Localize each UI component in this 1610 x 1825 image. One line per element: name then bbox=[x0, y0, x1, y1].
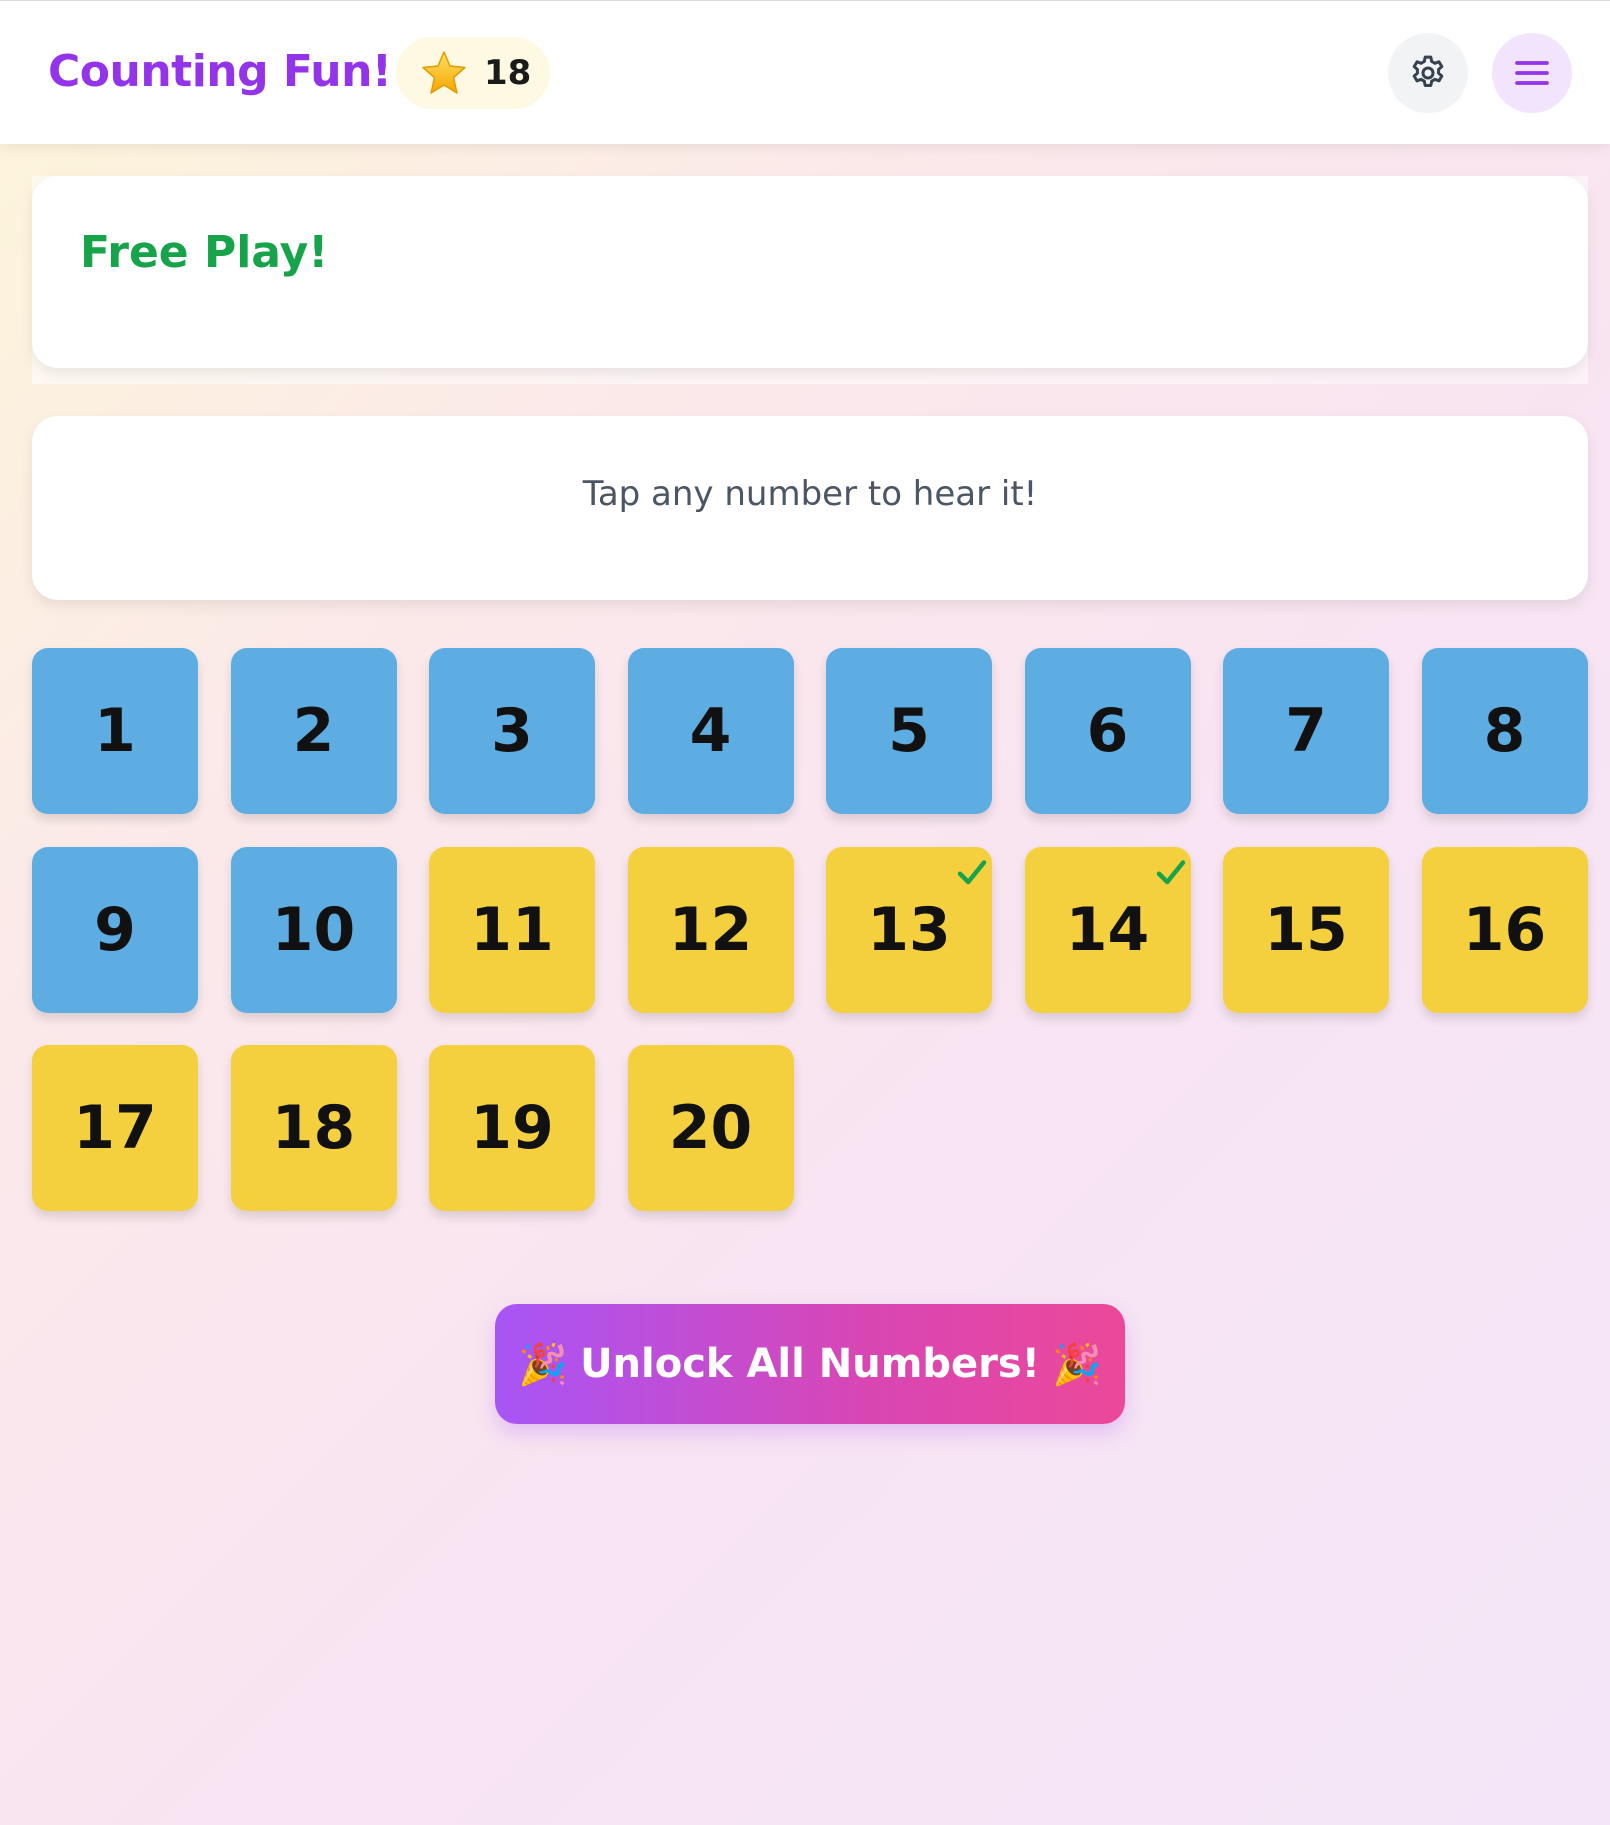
app-title: Counting Fun! bbox=[48, 46, 392, 97]
number-tile-3[interactable]: 3 bbox=[429, 648, 595, 814]
number-tile-label: 6 bbox=[1086, 696, 1129, 766]
number-tile-2[interactable]: 2 bbox=[230, 648, 397, 814]
number-tile-8[interactable]: 8 bbox=[1421, 648, 1588, 814]
number-tile-label: 14 bbox=[1065, 894, 1150, 965]
star-count: 18 bbox=[484, 53, 532, 93]
number-tile-label: 1 bbox=[94, 696, 136, 766]
star-score-badge: 18 bbox=[396, 37, 550, 109]
checkmark-icon bbox=[957, 859, 987, 884]
number-tile-5[interactable]: 5 bbox=[826, 648, 992, 814]
number-tile-1[interactable]: 1 bbox=[32, 648, 198, 814]
number-tile-14[interactable]: 14 bbox=[1024, 846, 1191, 1013]
number-tile-19[interactable]: 19 bbox=[429, 1045, 595, 1211]
number-tile-label: 9 bbox=[94, 894, 136, 965]
gear-icon bbox=[1412, 55, 1444, 87]
unlock-button-label: Unlock All Numbers! bbox=[580, 1341, 1040, 1387]
party-popper-icon: 🎉 bbox=[518, 1341, 569, 1388]
number-tile-17[interactable]: 17 bbox=[32, 1045, 198, 1211]
unlock-all-button[interactable]: 🎉 Unlock All Numbers! 🎉 bbox=[495, 1304, 1125, 1424]
number-tile-7[interactable]: 7 bbox=[1223, 648, 1389, 814]
number-tile-9[interactable]: 9 bbox=[32, 846, 198, 1013]
number-tile-label: 10 bbox=[271, 894, 356, 965]
party-popper-icon: 🎉 bbox=[1051, 1341, 1102, 1388]
number-tile-13[interactable]: 13 bbox=[826, 846, 992, 1013]
menu-button[interactable] bbox=[1492, 33, 1572, 113]
number-tile-6[interactable]: 6 bbox=[1024, 648, 1191, 814]
number-tile-12[interactable]: 12 bbox=[627, 846, 794, 1013]
mode-card: Free Play! bbox=[32, 176, 1588, 368]
number-tile-label: 16 bbox=[1462, 894, 1547, 965]
number-tile-18[interactable]: 18 bbox=[230, 1045, 397, 1211]
number-grid: 1 2 3 4 5 6 7 8 9 10 11 12 13 14 15 16 17 18 19 20 bbox=[32, 648, 1588, 1211]
number-tile-label: 5 bbox=[888, 696, 930, 766]
instruction-text: Tap any number to hear it! bbox=[582, 474, 1038, 514]
star-icon bbox=[422, 51, 466, 94]
number-tile-label: 3 bbox=[491, 696, 533, 766]
mode-title: Free Play! bbox=[80, 227, 329, 278]
number-tile-label: 17 bbox=[73, 1093, 157, 1163]
number-tile-label: 12 bbox=[668, 894, 753, 965]
number-tile-label: 20 bbox=[668, 1093, 753, 1163]
number-tile-4[interactable]: 4 bbox=[627, 648, 794, 814]
checkmark-icon bbox=[1156, 859, 1185, 884]
number-tile-label: 2 bbox=[292, 696, 335, 766]
number-tile-label: 15 bbox=[1264, 894, 1348, 965]
number-tile-label: 7 bbox=[1285, 696, 1327, 766]
settings-button[interactable] bbox=[1388, 33, 1468, 113]
number-tile-15[interactable]: 15 bbox=[1223, 846, 1389, 1013]
number-tile-label: 18 bbox=[271, 1093, 356, 1163]
number-tile-label: 11 bbox=[470, 894, 554, 965]
hamburger-menu-icon bbox=[1515, 61, 1549, 85]
instruction-card: Tap any number to hear it! bbox=[32, 416, 1588, 600]
number-tile-16[interactable]: 16 bbox=[1421, 846, 1588, 1013]
number-tile-20[interactable]: 20 bbox=[627, 1045, 794, 1211]
number-tile-label: 13 bbox=[867, 894, 951, 965]
number-tile-label: 19 bbox=[470, 1093, 554, 1163]
number-tile-10[interactable]: 10 bbox=[230, 846, 397, 1013]
number-tile-11[interactable]: 11 bbox=[429, 846, 595, 1013]
number-tile-label: 4 bbox=[689, 696, 732, 766]
app-header: Counting Fun! 18 bbox=[0, 0, 1610, 144]
number-tile-label: 8 bbox=[1483, 696, 1526, 766]
